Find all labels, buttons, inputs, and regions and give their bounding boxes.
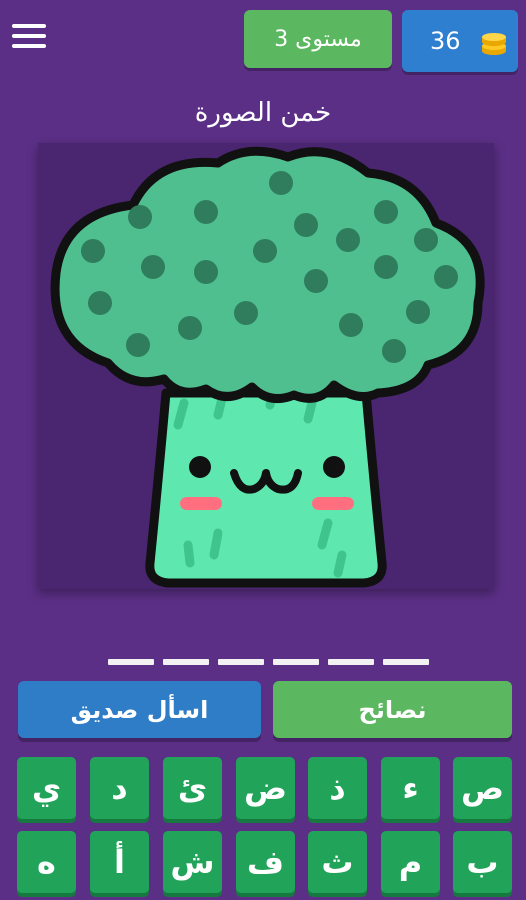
level-badge: مستوى 3 bbox=[244, 10, 392, 68]
letter-key[interactable]: م bbox=[381, 831, 440, 893]
letter-key[interactable]: ذ bbox=[308, 757, 367, 819]
letter-key[interactable]: ء bbox=[381, 757, 440, 819]
coin-count: 36 bbox=[430, 27, 461, 55]
answer-slot[interactable] bbox=[383, 659, 429, 665]
answer-slot[interactable] bbox=[328, 659, 374, 665]
letter-key[interactable]: ف bbox=[236, 831, 295, 893]
broccoli-image bbox=[50, 146, 485, 588]
letter-key[interactable]: ه bbox=[17, 831, 76, 893]
letter-key[interactable]: ي bbox=[17, 757, 76, 819]
letter-key[interactable]: د bbox=[90, 757, 149, 819]
hints-button[interactable]: نصائح bbox=[273, 681, 512, 738]
letter-key[interactable]: ص bbox=[453, 757, 512, 819]
answer-slots bbox=[108, 659, 429, 665]
letter-key[interactable]: ش bbox=[163, 831, 222, 893]
answer-slot[interactable] bbox=[273, 659, 319, 665]
coin-stack-icon bbox=[482, 33, 506, 55]
menu-button[interactable] bbox=[12, 24, 46, 54]
page-title: خمن الصورة bbox=[194, 98, 332, 128]
answer-slot[interactable] bbox=[218, 659, 264, 665]
ask-friend-button[interactable]: اسأل صديق bbox=[18, 681, 261, 738]
letter-key[interactable]: ئ bbox=[163, 757, 222, 819]
puzzle-picture bbox=[38, 143, 494, 589]
coin-counter: 36 bbox=[402, 10, 518, 72]
hamburger-icon bbox=[12, 24, 46, 28]
answer-slot[interactable] bbox=[163, 659, 209, 665]
letter-key[interactable]: أ bbox=[90, 831, 149, 893]
letter-key[interactable]: ب bbox=[453, 831, 512, 893]
level-label: مستوى 3 bbox=[274, 26, 362, 52]
answer-slot[interactable] bbox=[108, 659, 154, 665]
letter-key[interactable]: ث bbox=[308, 831, 367, 893]
letter-key[interactable]: ض bbox=[236, 757, 295, 819]
